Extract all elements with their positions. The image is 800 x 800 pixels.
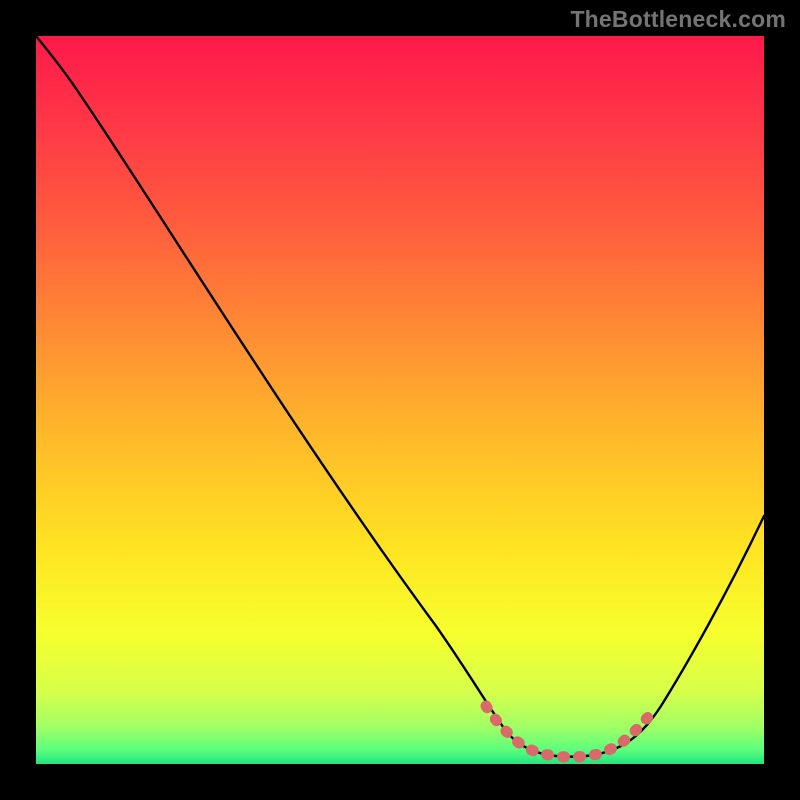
optimal-range-highlight — [36, 36, 764, 764]
plot-area — [36, 36, 764, 764]
chart-frame: TheBottleneck.com — [0, 0, 800, 800]
watermark-text: TheBottleneck.com — [570, 6, 786, 33]
